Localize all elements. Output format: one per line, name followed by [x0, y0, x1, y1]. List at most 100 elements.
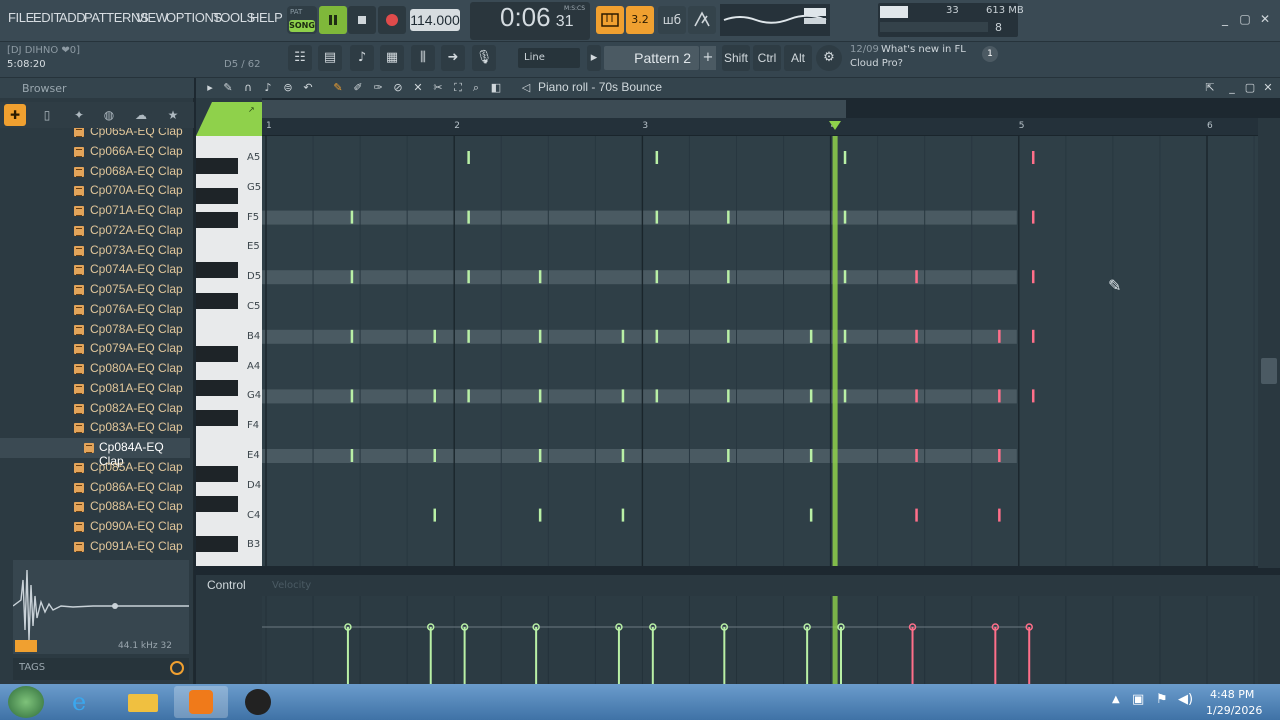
- browser-file-item[interactable]: Cp091A-EQ Clap: [0, 537, 190, 556]
- browser-file-item[interactable]: Cp084A-EQ Clap: [0, 438, 190, 468]
- tray-volume-icon[interactable]: ◀): [1178, 692, 1193, 707]
- pat-song-toggle[interactable]: PAT SONG: [287, 6, 317, 34]
- pr-maximize-icon[interactable]: ▢: [1242, 80, 1258, 96]
- browser-files-tab-icon[interactable]: ▯: [36, 104, 58, 126]
- horizontal-scroll[interactable]: [262, 100, 846, 118]
- channel-rack-icon[interactable]: ▤: [318, 45, 342, 71]
- browser-file-item[interactable]: Cp075A-EQ Clap: [0, 280, 190, 300]
- black-key[interactable]: [196, 496, 238, 512]
- stop-button[interactable]: [348, 6, 376, 34]
- paint-icon[interactable]: ✐: [350, 80, 366, 96]
- fl-studio-task-icon[interactable]: [174, 686, 228, 718]
- browser-file-item[interactable]: Cp065A-EQ Clap: [0, 128, 190, 142]
- brush-icon[interactable]: ✑: [370, 80, 386, 96]
- snap-select[interactable]: Line: [518, 48, 580, 68]
- piano-keyboard[interactable]: A5G5F5E5D5C5B4A4G4F4E4D4C4B3A3: [196, 136, 262, 566]
- modifier-shift-button[interactable]: Shift: [722, 45, 750, 71]
- piano-roll-menu-icon[interactable]: ▸: [202, 80, 218, 96]
- clock-time[interactable]: 4:48 PM: [1210, 688, 1254, 701]
- browser-toggle-icon[interactable]: ▦: [380, 45, 404, 71]
- stamp-icon[interactable]: ⊜: [280, 80, 296, 96]
- control-label[interactable]: Control: [207, 578, 246, 592]
- vertical-scroll[interactable]: [1258, 118, 1280, 568]
- menu-help[interactable]: HELP: [250, 10, 283, 25]
- search-icon[interactable]: [170, 661, 184, 675]
- playhead-marker[interactable]: [828, 121, 841, 130]
- speaker-icon[interactable]: ◁: [518, 80, 534, 96]
- browser-file-item[interactable]: Cp081A-EQ Clap: [0, 379, 190, 399]
- menu-add[interactable]: ADD: [59, 10, 86, 25]
- playback-tool-icon[interactable]: ◧: [488, 80, 504, 96]
- minimize-icon[interactable]: _: [1218, 12, 1232, 26]
- black-key[interactable]: [196, 158, 238, 174]
- draw-tool-icon[interactable]: ✎: [220, 80, 236, 96]
- add-pattern-button[interactable]: +: [700, 46, 716, 70]
- menu-view[interactable]: VIEW: [136, 10, 168, 25]
- browser-file-item[interactable]: Cp088A-EQ Clap: [0, 497, 190, 517]
- browser-file-item[interactable]: Cp078A-EQ Clap: [0, 320, 190, 340]
- black-key[interactable]: [196, 188, 238, 204]
- timeline-ruler[interactable]: [262, 118, 1258, 136]
- zoom-tool-icon[interactable]: ⌕: [468, 80, 484, 96]
- metronome-button[interactable]: [688, 6, 716, 34]
- maximize-icon[interactable]: ▢: [1238, 12, 1252, 26]
- magnet-icon[interactable]: ∩: [240, 80, 256, 96]
- black-key[interactable]: [196, 346, 238, 362]
- mixer-icon[interactable]: ⫼: [411, 45, 435, 71]
- start-button-icon[interactable]: [8, 686, 44, 718]
- slice-tool-icon[interactable]: ✂: [430, 80, 446, 96]
- record-button[interactable]: [378, 6, 406, 34]
- browser-file-item[interactable]: Cp079A-EQ Clap: [0, 339, 190, 359]
- note-icon[interactable]: ♪: [260, 80, 276, 96]
- browser-web-tab-icon[interactable]: ◍: [98, 104, 120, 126]
- file-explorer-icon[interactable]: [116, 686, 170, 718]
- browser-file-item[interactable]: Cp086A-EQ Clap: [0, 478, 190, 498]
- vertical-scroll-thumb[interactable]: [1261, 358, 1277, 384]
- browser-file-item[interactable]: Cp068A-EQ Clap: [0, 162, 190, 182]
- browser-file-item[interactable]: Cp080A-EQ Clap: [0, 359, 190, 379]
- menu-file[interactable]: FILE: [8, 10, 34, 25]
- playlist-icon[interactable]: ☷: [288, 45, 312, 71]
- pause-button[interactable]: [319, 6, 347, 34]
- browser-file-item[interactable]: Cp070A-EQ Clap: [0, 181, 190, 201]
- browser-file-item[interactable]: Cp082A-EQ Clap: [0, 399, 190, 419]
- tray-network-icon[interactable]: ▣: [1132, 692, 1144, 707]
- black-key[interactable]: [196, 262, 238, 278]
- modifier-ctrl-button[interactable]: Ctrl: [753, 45, 781, 71]
- browser-file-item[interactable]: Cp074A-EQ Clap: [0, 260, 190, 280]
- microphone-icon[interactable]: 🎙: [472, 45, 496, 71]
- browser-file-item[interactable]: Cp073A-EQ Clap: [0, 241, 190, 261]
- browser-file-item[interactable]: Cp090A-EQ Clap: [0, 517, 190, 537]
- piano-roll-icon[interactable]: ♪: [350, 45, 374, 71]
- browser-file-item[interactable]: Cp071A-EQ Clap: [0, 201, 190, 221]
- step-edit-button[interactable]: шб: [658, 6, 686, 34]
- countdown-button[interactable]: 3.2: [626, 6, 654, 34]
- modifier-alt-button[interactable]: Alt: [784, 45, 812, 71]
- tray-flag-icon[interactable]: ⚑: [1156, 692, 1168, 707]
- pr-close-icon[interactable]: ✕: [1260, 80, 1276, 96]
- pr-minimize-icon[interactable]: _: [1224, 80, 1240, 96]
- online-news-icon[interactable]: ⚙: [816, 45, 842, 71]
- tray-arrow-icon[interactable]: ▲: [1112, 694, 1120, 705]
- arrow-right-icon[interactable]: ➜: [441, 45, 465, 71]
- pattern-prev-icon[interactable]: ▸: [587, 45, 601, 71]
- sample-preview[interactable]: [13, 560, 189, 654]
- black-key[interactable]: [196, 536, 238, 552]
- internet-explorer-icon[interactable]: e: [58, 686, 112, 718]
- detach-icon[interactable]: ⇱: [1202, 80, 1218, 96]
- obs-task-icon[interactable]: [232, 686, 286, 718]
- typing-keyboard-button[interactable]: [596, 6, 624, 34]
- menu-tools[interactable]: TOOLS: [213, 10, 255, 25]
- browser-file-item[interactable]: Cp083A-EQ Clap: [0, 418, 190, 438]
- news-line1[interactable]: What's new in FL: [881, 44, 966, 55]
- browser-file-item[interactable]: Cp066A-EQ Clap: [0, 142, 190, 162]
- black-key[interactable]: [196, 212, 238, 228]
- pattern-selector[interactable]: Pattern 2: [604, 46, 699, 70]
- mute-tool-icon[interactable]: ✕: [410, 80, 426, 96]
- black-key[interactable]: [196, 380, 238, 396]
- undo-icon[interactable]: ↶: [300, 80, 316, 96]
- browser-file-item[interactable]: Cp085A-EQ Clap: [0, 458, 190, 478]
- close-icon[interactable]: ✕: [1258, 12, 1272, 26]
- browser-plugins-tab-icon[interactable]: ✦: [68, 104, 90, 126]
- clock-date[interactable]: 1/29/2026: [1206, 704, 1262, 717]
